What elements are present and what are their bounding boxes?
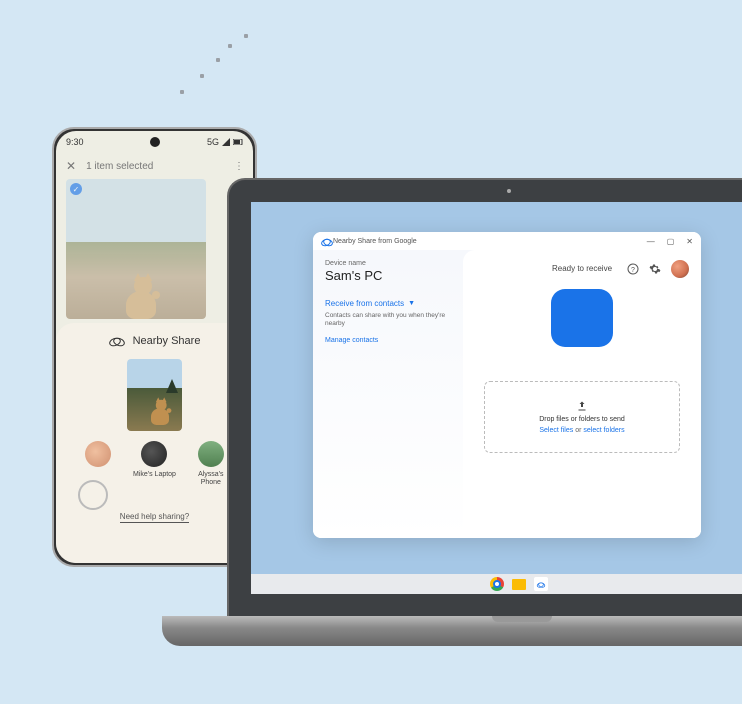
more-icon[interactable]: ⋮ bbox=[234, 161, 243, 172]
nearby-share-taskbar-icon[interactable] bbox=[534, 577, 548, 591]
gear-icon[interactable] bbox=[649, 263, 661, 275]
avatar bbox=[85, 441, 111, 467]
dropzone[interactable]: Drop files or folders to send Select fil… bbox=[484, 381, 680, 453]
device-name-label: Device name bbox=[325, 260, 451, 267]
nearby-share-icon bbox=[109, 336, 125, 346]
laptop-base bbox=[162, 616, 742, 646]
avatar bbox=[141, 441, 167, 467]
gallery-grid: ✓ bbox=[56, 179, 253, 319]
dog-thumb bbox=[145, 389, 175, 425]
file-explorer-icon[interactable] bbox=[512, 579, 526, 590]
your-device-ring bbox=[78, 480, 108, 510]
ready-status: Ready to receive bbox=[552, 264, 612, 273]
phone-camera-dot bbox=[150, 137, 160, 147]
settings-pane: Device name Sam's PC Receive from contac… bbox=[313, 250, 463, 538]
visibility-dropdown[interactable]: Receive from contacts ▼ bbox=[325, 299, 451, 308]
status-network: 5G bbox=[207, 137, 219, 147]
minimize-button[interactable]: — bbox=[647, 237, 655, 246]
share-thumbnail bbox=[127, 359, 182, 431]
phone-screen: 9:30 5G ✕ 1 item selected ⋮ ✓ N bbox=[56, 131, 253, 563]
signal-icon bbox=[222, 138, 230, 146]
upload-icon bbox=[576, 400, 588, 412]
selection-toolbar: ✕ 1 item selected ⋮ bbox=[56, 153, 253, 179]
sheet-title: Nearby Share bbox=[133, 335, 201, 347]
selected-checkmark-icon: ✓ bbox=[70, 183, 82, 195]
maximize-button[interactable]: ▢ bbox=[667, 237, 675, 246]
share-target-mike[interactable]: Mike's Laptop bbox=[132, 441, 176, 488]
window-title: Nearby Share from Google bbox=[333, 238, 647, 245]
share-targets: Mike's Laptop Alyssa's Phone bbox=[66, 441, 243, 488]
help-icon[interactable]: ? bbox=[627, 263, 639, 275]
device-indicator bbox=[551, 289, 613, 347]
close-button[interactable]: ✕ bbox=[686, 237, 693, 246]
visibility-description: Contacts can share with you when they're… bbox=[325, 312, 451, 329]
status-time: 9:30 bbox=[66, 137, 84, 147]
selection-count: 1 item selected bbox=[86, 161, 153, 172]
chevron-down-icon: ▼ bbox=[408, 300, 415, 307]
laptop-bezel: Nearby Share from Google — ▢ ✕ Device na… bbox=[227, 178, 742, 616]
manage-contacts-link[interactable]: Manage contacts bbox=[325, 337, 451, 344]
target-label: Mike's Laptop bbox=[133, 471, 176, 479]
avatar bbox=[198, 441, 224, 467]
account-avatar[interactable] bbox=[671, 260, 689, 278]
close-icon[interactable]: ✕ bbox=[66, 159, 76, 173]
select-folders-link[interactable]: select folders bbox=[583, 427, 624, 434]
taskbar bbox=[251, 574, 742, 594]
laptop-device: Nearby Share from Google — ▢ ✕ Device na… bbox=[227, 178, 742, 654]
receive-pane: ? Ready to receive bbox=[463, 250, 701, 538]
dog-in-photo bbox=[116, 259, 166, 319]
svg-text:?: ? bbox=[631, 267, 635, 274]
help-link[interactable]: Need help sharing? bbox=[66, 512, 243, 521]
laptop-notch bbox=[492, 616, 552, 622]
laptop-screen: Nearby Share from Google — ▢ ✕ Device na… bbox=[251, 202, 742, 594]
dropzone-links: Select files or select folders bbox=[539, 427, 624, 434]
nearby-share-icon bbox=[321, 237, 333, 245]
battery-icon bbox=[233, 139, 243, 145]
dropzone-label: Drop files or folders to send bbox=[539, 416, 625, 423]
device-name: Sam's PC bbox=[325, 268, 451, 283]
window-titlebar: Nearby Share from Google — ▢ ✕ bbox=[313, 232, 701, 250]
nearby-share-window: Nearby Share from Google — ▢ ✕ Device na… bbox=[313, 232, 701, 538]
select-files-link[interactable]: Select files bbox=[539, 427, 573, 434]
chrome-icon[interactable] bbox=[490, 577, 504, 591]
selected-photo[interactable] bbox=[66, 179, 206, 319]
laptop-camera-dot bbox=[507, 189, 511, 193]
nearby-share-sheet: Nearby Share Mike's Laptop bbox=[56, 323, 253, 563]
